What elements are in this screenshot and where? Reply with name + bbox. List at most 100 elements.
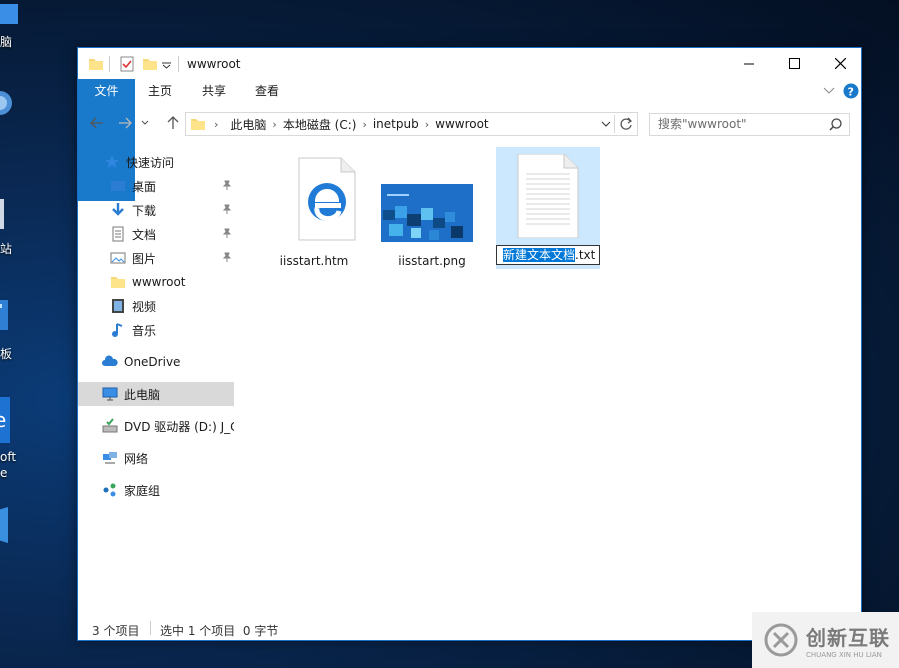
nav-item-music[interactable]: 音乐: [78, 318, 234, 342]
nav-label: 家庭组: [124, 483, 161, 498]
arrow-up-icon: [167, 116, 179, 129]
nav-label: 音乐: [132, 323, 157, 338]
nav-label: 此电脑: [124, 387, 161, 402]
nav-network[interactable]: 网络: [78, 446, 234, 470]
rename-field[interactable]: 新建文本文档.txt: [496, 245, 600, 265]
breadcrumb-this-pc[interactable]: 此电脑: [224, 116, 272, 133]
item-count: 3 个项目: [92, 624, 140, 638]
back-button[interactable]: [86, 112, 108, 134]
address-bar[interactable]: › 此电脑 › 本地磁盘 (C:) › inetpub › wwwroot: [185, 112, 638, 136]
nav-quick-access[interactable]: 快速访问: [78, 150, 234, 174]
watermark: 创新互联 CHUANG XIN HU LIAN: [752, 612, 899, 668]
arrow-right-icon: [119, 117, 132, 129]
nav-this-pc[interactable]: 此电脑: [78, 382, 234, 406]
search-icon[interactable]: [829, 118, 842, 131]
watermark-brand: 创新互联: [806, 625, 890, 650]
breadcrumb-wwwroot[interactable]: wwwroot: [429, 117, 495, 131]
arrow-left-icon: [90, 117, 103, 129]
desktop-icon-app[interactable]: [0, 505, 26, 545]
search-input[interactable]: 搜索"wwwroot": [649, 113, 850, 136]
document-icon: [112, 226, 124, 242]
tab-share[interactable]: 共享: [189, 79, 239, 103]
desktop-label: 脑: [0, 35, 13, 49]
new-folder-icon[interactable]: [142, 56, 158, 72]
file-item[interactable]: iisstart.png: [380, 148, 484, 270]
dvd-drive-icon: [102, 418, 118, 433]
close-icon: [834, 58, 846, 69]
minimize-icon: [744, 63, 754, 64]
file-item[interactable]: iisstart.htm: [262, 148, 366, 270]
navigation-bar: › 此电脑 › 本地磁盘 (C:) › inetpub › wwwroot 搜索…: [78, 108, 861, 138]
minimize-button[interactable]: [726, 48, 772, 79]
close-button[interactable]: [817, 48, 863, 79]
pin-icon: [222, 204, 232, 214]
watermark-text: 创新互联 CHUANG XIN HU LIAN: [806, 622, 890, 659]
desktop-label: 站: [0, 242, 13, 256]
chevron-down-icon[interactable]: [162, 61, 171, 77]
nav-item-videos[interactable]: 视频: [78, 294, 234, 318]
nav-label: 桌面: [132, 179, 157, 194]
pin-icon: [222, 228, 232, 238]
download-icon: [112, 203, 124, 216]
maximize-button[interactable]: [771, 48, 817, 79]
refresh-icon[interactable]: [619, 117, 633, 131]
properties-icon[interactable]: [119, 56, 135, 72]
file-name: iisstart.png: [398, 254, 466, 268]
homegroup-icon: [103, 483, 116, 497]
edge-icon: [298, 157, 356, 241]
chevron-down-icon[interactable]: [823, 87, 835, 95]
title-bar: wwwroot: [78, 48, 861, 79]
nav-item-wwwroot[interactable]: wwwroot: [78, 270, 234, 294]
maximize-icon: [788, 58, 800, 69]
nav-item-downloads[interactable]: 下载: [78, 198, 234, 222]
star-icon: [105, 155, 119, 168]
folder-icon: [191, 119, 205, 130]
svg-text:?: ?: [848, 86, 854, 99]
desktop-icon-control-panel[interactable]: [0, 298, 26, 338]
image-thumbnail: [381, 184, 473, 242]
navigation-pane: 快速访问 桌面 下载 文档 图片 wwwroot 视频 音乐 OneDrive …: [78, 148, 236, 618]
watermark-sub: CHUANG XIN HU LIAN: [806, 650, 882, 659]
network-icon: [103, 452, 117, 464]
breadcrumb-inetpub[interactable]: inetpub: [367, 117, 425, 131]
nav-label: 下载: [132, 203, 157, 218]
nav-item-pictures[interactable]: 图片: [78, 246, 234, 270]
chevron-down-icon[interactable]: [601, 121, 611, 128]
desktop-icon-recycle-bin[interactable]: [0, 195, 26, 235]
recent-locations-button[interactable]: [138, 112, 152, 134]
cloud-icon: [102, 355, 118, 366]
desktop-icon-edge[interactable]: e: [0, 397, 26, 443]
file-item-selected[interactable]: 新建文本文档.txt: [496, 147, 600, 269]
up-button[interactable]: [162, 112, 184, 134]
separator: [178, 56, 179, 72]
breadcrumb-separator[interactable]: ›: [214, 118, 218, 131]
separator: [150, 621, 151, 635]
selection-info: 选中 1 个项目 0 字节: [160, 624, 279, 638]
nav-label: 视频: [132, 299, 157, 314]
folder-icon: [111, 277, 125, 288]
nav-homegroup[interactable]: 家庭组: [78, 478, 234, 502]
nav-item-desktop[interactable]: 桌面: [78, 174, 234, 198]
forward-button[interactable]: [114, 112, 136, 134]
nav-onedrive[interactable]: OneDrive: [78, 350, 234, 374]
nav-label: wwwroot: [132, 275, 186, 289]
text-file-icon: [517, 154, 579, 238]
nav-item-documents[interactable]: 文档: [78, 222, 234, 246]
nav-label: 网络: [124, 451, 149, 466]
desktop-label: 板: [0, 347, 13, 361]
file-name: iisstart.htm: [279, 254, 349, 268]
separator: [614, 115, 615, 133]
nav-dvd-drive[interactable]: DVD 驱动器 (D:) J_C: [78, 414, 234, 438]
video-icon: [112, 299, 124, 313]
pin-icon: [222, 252, 232, 262]
desktop-icon-globe[interactable]: [0, 85, 26, 125]
rename-selected-text: 新建文本文档: [503, 248, 576, 262]
desktop-label: oft: [0, 450, 17, 464]
tab-view[interactable]: 查看: [242, 79, 292, 103]
breadcrumb-local-disk[interactable]: 本地磁盘 (C:): [277, 116, 363, 133]
help-icon[interactable]: ?: [843, 83, 859, 99]
file-list: iisstart.htm iisstart.png 新建文本文档.txt: [238, 147, 858, 618]
nav-label: OneDrive: [124, 355, 181, 369]
tab-home[interactable]: 主页: [135, 79, 185, 103]
brand-logo-icon: [764, 623, 798, 657]
